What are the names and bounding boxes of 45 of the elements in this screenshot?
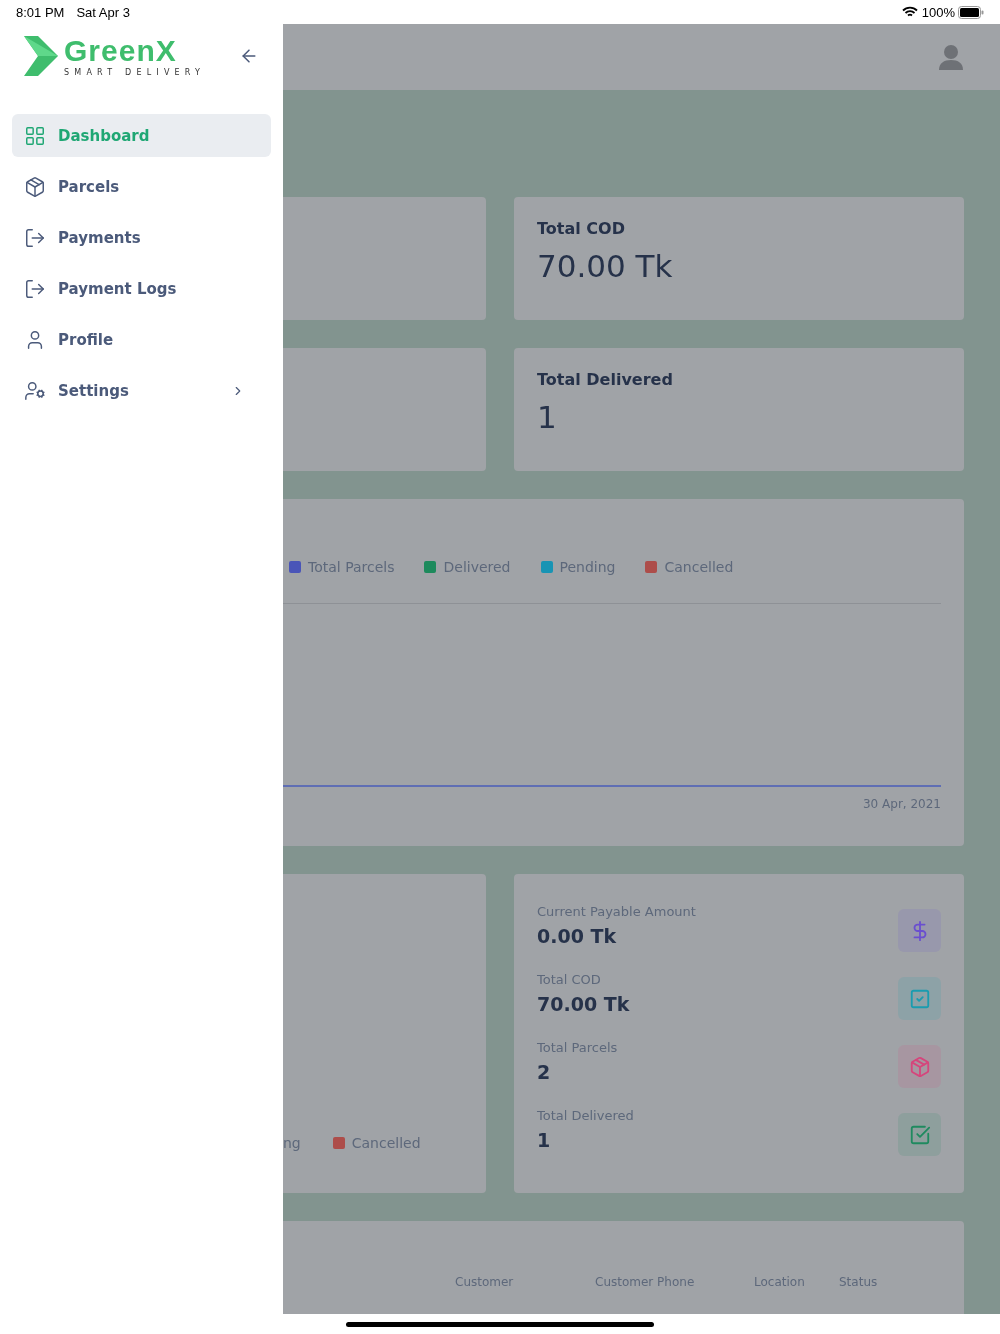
battery-icon	[958, 5, 984, 19]
legend-item[interactable]: Total Parcels	[289, 559, 395, 575]
legend-item[interactable]: Pending	[540, 559, 616, 575]
column-header: Status	[839, 1275, 878, 1289]
box-icon	[908, 1055, 931, 1078]
stat-value: 70.00 Tk	[537, 993, 630, 1015]
nav-item[interactable]: Payments	[12, 216, 271, 259]
column-header: Location	[754, 1275, 805, 1289]
nav-item[interactable]: Dashboard	[12, 114, 271, 157]
logo-tagline: SMART DELIVERY	[64, 67, 206, 77]
status-time: 8:01 PM	[16, 4, 65, 20]
battery-percent: 100%	[921, 4, 955, 20]
status-date: Sat Apr 3	[76, 4, 130, 20]
column-header: Customer	[455, 1275, 514, 1289]
stat-value: 2	[537, 1061, 552, 1083]
stat-label: Total Parcels	[537, 1040, 618, 1055]
card-label: Total COD	[537, 219, 626, 238]
grid-icon	[24, 124, 46, 147]
check-square-icon	[908, 1123, 931, 1146]
stat-label: Total Delivered	[537, 1108, 634, 1123]
card-value: 1	[537, 399, 558, 435]
nav-item[interactable]: Parcels	[12, 165, 271, 208]
logo-icon	[24, 36, 58, 76]
check-square-icon	[908, 987, 931, 1010]
stat-label: Current Payable Amount	[537, 904, 696, 919]
legend-item[interactable]: Cancelled	[645, 559, 734, 575]
nav-item[interactable]: Settings	[12, 369, 271, 412]
wifi-icon	[901, 6, 918, 18]
user-gear-icon	[24, 379, 46, 402]
stat-label: Total COD	[537, 972, 602, 987]
exit-icon	[24, 226, 46, 249]
nav-item[interactable]: Profile	[12, 318, 271, 361]
exit-icon	[24, 277, 46, 300]
stat-value: 0.00 Tk	[537, 925, 618, 947]
x-axis-label: 30 Apr, 2021	[863, 797, 941, 811]
card-label: Total Delivered	[537, 370, 674, 389]
legend-item[interactable]: Cancelled	[332, 1135, 421, 1151]
stat-value: 1	[537, 1129, 552, 1151]
box-icon	[24, 175, 46, 198]
legend-item[interactable]: Delivered	[424, 559, 511, 575]
nav-item[interactable]: Payment Logs	[12, 267, 271, 310]
card-value: 70.00 Tk	[537, 248, 674, 284]
column-header: Customer Phone	[595, 1275, 695, 1289]
legend-item[interactable]: ng	[283, 1135, 301, 1151]
logo-name: GreenX	[64, 35, 178, 66]
